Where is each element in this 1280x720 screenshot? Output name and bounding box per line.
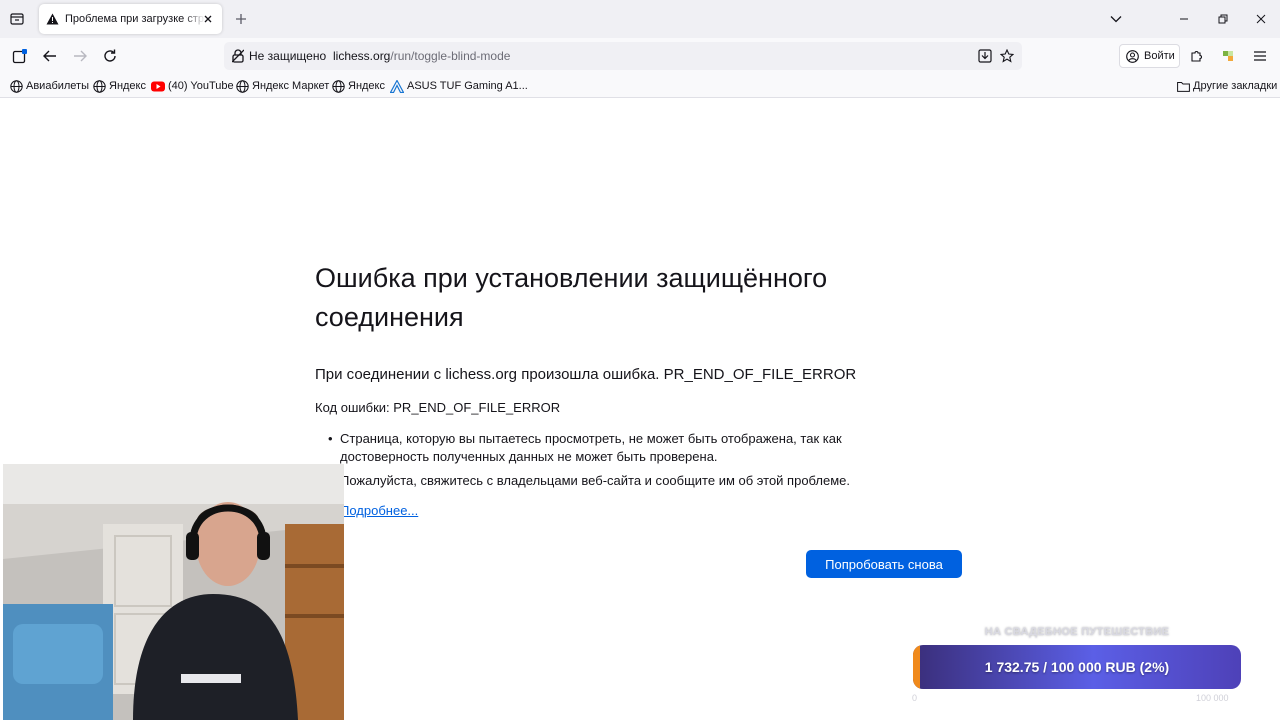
menu-button[interactable]	[1250, 46, 1270, 66]
forward-arrow-icon	[74, 50, 87, 62]
url-text[interactable]: lichess.org/run/toggle-blind-mode	[333, 49, 510, 63]
bookmark-label: Яндекс	[348, 80, 385, 92]
tab-bar: Проблема при загрузке страницы	[0, 0, 1280, 38]
webcam-video	[3, 464, 344, 720]
page-title: Ошибка при установлении защищённого соед…	[315, 263, 828, 332]
bookmark-label: ASUS TUF Gaming A1...	[407, 80, 528, 92]
error-description: При соединении с lichess.org произошла о…	[315, 366, 857, 383]
list-item: Пожалуйста, свяжитесь с владельцами веб-…	[328, 472, 930, 490]
folder-icon	[1177, 81, 1190, 92]
globe-icon	[236, 79, 249, 93]
goal-caption: НА СВАДЕБНОЕ ПУТЕШЕСТВИЕ	[984, 626, 1170, 638]
new-tab-button[interactable]	[232, 10, 250, 28]
extension-button[interactable]	[1218, 46, 1238, 66]
bookmark-item[interactable]: Яндекс	[93, 79, 146, 93]
back-arrow-icon	[43, 50, 56, 62]
globe-icon	[332, 79, 345, 93]
account-login-button[interactable]: Войти	[1119, 44, 1180, 68]
account-icon	[1126, 49, 1139, 63]
bookmark-star-button[interactable]	[998, 47, 1016, 65]
bookmark-item[interactable]: Авиабилеты	[10, 79, 89, 93]
bookmark-label: Авиабилеты	[26, 80, 90, 92]
restore-icon	[1218, 14, 1228, 24]
error-code: Код ошибки: PR_END_OF_FILE_ERROR	[315, 400, 561, 415]
extension-icon	[1223, 51, 1233, 61]
minimize-button[interactable]	[1174, 9, 1194, 29]
sidebar-toggle-button[interactable]	[10, 46, 30, 66]
error-details-list: Страница, которую вы пытаетесь просмотре…	[328, 430, 930, 496]
url-host: lichess.org	[333, 49, 391, 63]
security-label: Не защищено	[249, 49, 327, 63]
youtube-icon	[151, 81, 165, 91]
asus-icon	[390, 79, 404, 93]
bookmark-item[interactable]: Яндекс Маркет	[236, 79, 329, 93]
list-item: Страница, которую вы пытаетесь просмотре…	[328, 430, 930, 466]
login-label: Войти	[1144, 50, 1175, 62]
try-again-button[interactable]: Попробовать снова	[806, 550, 962, 578]
save-page-button[interactable]	[976, 47, 994, 65]
new-window-icon	[12, 49, 27, 64]
download-icon	[978, 49, 992, 63]
bookmark-label: (40) YouTube	[168, 80, 234, 92]
goal-progress-bar: 1 732.75 / 100 000 RUB (2%)	[913, 645, 1241, 689]
chevron-down-icon	[1110, 16, 1122, 23]
puzzle-icon	[1191, 51, 1202, 62]
learn-more-link[interactable]: Подробнее...	[340, 503, 418, 518]
bookmark-label: Яндекс Маркет	[252, 80, 330, 92]
goal-max-label: 100 000	[1196, 693, 1229, 703]
bookmark-item[interactable]: Яндекс	[332, 79, 385, 93]
globe-icon	[10, 79, 23, 93]
globe-icon	[93, 79, 106, 93]
reload-button[interactable]	[100, 46, 120, 66]
other-bookmarks-button[interactable]: Другие закладки	[1177, 79, 1277, 93]
bookmarks-toolbar: Авиабилеты Яндекс (40) YouTube Яндекс Ма…	[0, 74, 1280, 98]
tab-close-button[interactable]	[200, 11, 216, 27]
bookmark-item[interactable]: (40) YouTube	[151, 79, 234, 93]
tab-overflow-button[interactable]	[1106, 9, 1126, 29]
reload-icon	[104, 49, 116, 62]
tab-title: Проблема при загрузке страницы	[65, 13, 205, 25]
star-icon	[1000, 49, 1014, 63]
bookmark-item[interactable]: ASUS TUF Gaming A1...	[390, 79, 528, 93]
nav-bar: Не защищено lichess.org/run/toggle-blind…	[0, 38, 1280, 74]
goal-min-label: 0	[912, 693, 918, 703]
goal-progress-text: 1 732.75 / 100 000 RUB (2%)	[984, 659, 1170, 675]
restore-button[interactable]	[1213, 9, 1233, 29]
back-button[interactable]	[40, 46, 60, 66]
site-security-button[interactable]: Не защищено	[228, 45, 332, 67]
tab-list-button[interactable]	[7, 9, 27, 29]
webcam-overlay	[3, 464, 344, 720]
plus-icon	[236, 14, 246, 24]
minimize-icon	[1180, 18, 1188, 20]
insecure-lock-icon	[232, 49, 244, 63]
url-bar[interactable]: Не защищено lichess.org/run/toggle-blind…	[224, 42, 1022, 70]
hamburger-icon	[1254, 51, 1266, 61]
close-icon	[1256, 14, 1266, 24]
window-close-button[interactable]	[1251, 9, 1271, 29]
warning-icon	[46, 13, 59, 25]
other-bookmarks-label: Другие закладки	[1193, 80, 1278, 92]
tab-active[interactable]: Проблема при загрузке страницы	[39, 4, 222, 34]
bookmark-label: Яндекс	[109, 80, 146, 92]
url-path: /run/toggle-blind-mode	[390, 49, 511, 63]
extensions-button[interactable]	[1187, 46, 1207, 66]
forward-button[interactable]	[70, 46, 90, 66]
tab-list-icon	[10, 13, 24, 25]
close-icon	[204, 15, 212, 23]
